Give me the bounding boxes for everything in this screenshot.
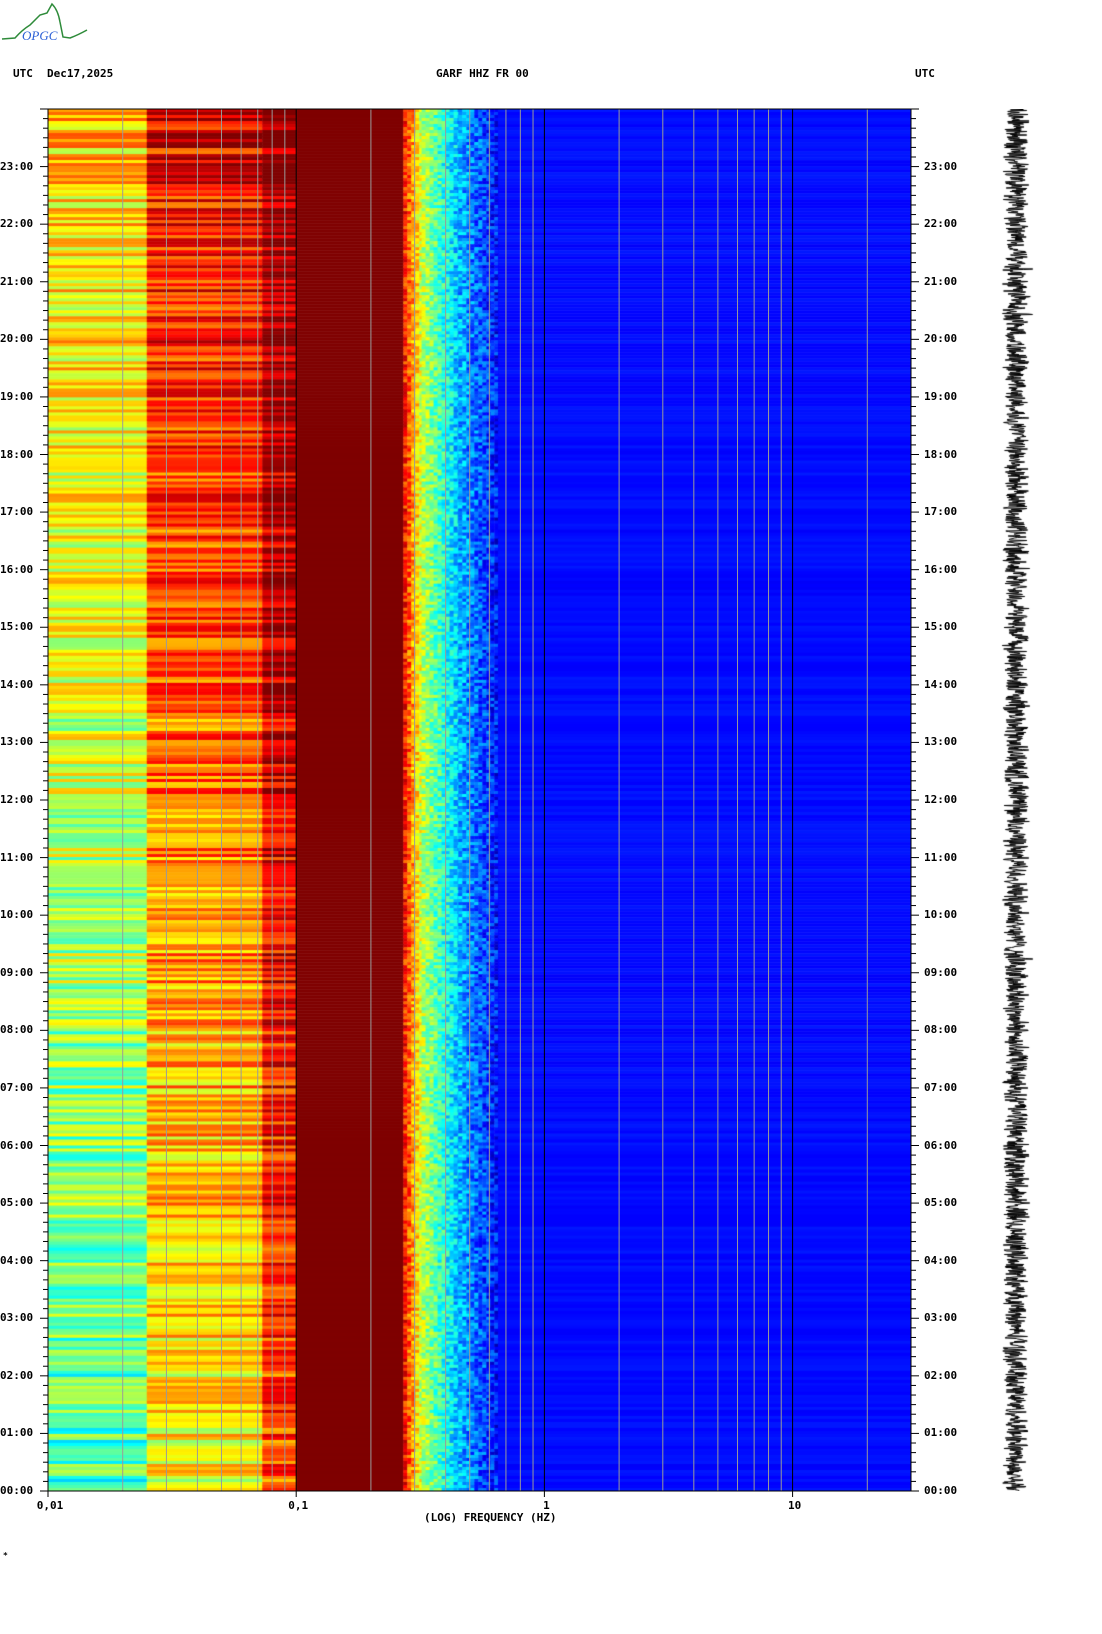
x-tick-label: 0,01: [36, 1499, 64, 1512]
y-tick-label-right: 09:00: [924, 965, 958, 979]
y-tick-label-left: 16:00: [0, 562, 34, 576]
y-tick-label-left: 06:00: [0, 1138, 34, 1152]
y-tick-label-right: 14:00: [924, 677, 958, 691]
y-tick-label-left: 02:00: [0, 1368, 34, 1382]
y-tick-label-right: 00:00: [924, 1484, 958, 1497]
y-tick-label-left: 10:00: [0, 908, 34, 922]
y-tick-label-left: 20:00: [0, 332, 34, 346]
x-tick-label: 10: [787, 1499, 802, 1512]
y-tick-label-right: 03:00: [924, 1311, 958, 1325]
y-tick-label-right: 11:00: [924, 850, 958, 864]
y-tick-label-left: 11:00: [0, 850, 34, 864]
y-tick-label-right: 16:00: [924, 562, 958, 576]
y-tick-label-left: 05:00: [0, 1196, 34, 1210]
y-tick-label-left: 13:00: [0, 735, 34, 749]
y-tick-label-left: 19:00: [0, 389, 34, 403]
y-tick-label-right: 20:00: [924, 332, 958, 346]
y-tick-label-left: 09:00: [0, 965, 34, 979]
y-tick-label-left: 17:00: [0, 505, 34, 519]
y-tick-label-right: 17:00: [924, 505, 958, 519]
y-tick-label-right: 07:00: [924, 1080, 958, 1094]
y-tick-label-left: 01:00: [0, 1426, 34, 1440]
y-tick-label-left: 08:00: [0, 1023, 34, 1037]
chart-axes: [40, 108, 919, 1497]
y-tick-label-right: 01:00: [924, 1426, 958, 1440]
y-tick-label-right: 05:00: [924, 1196, 958, 1210]
y-tick-label-left: 12:00: [0, 793, 34, 806]
y-tick-label-left: 00:00: [0, 1484, 34, 1497]
y-tick-label-left: 18:00: [0, 447, 34, 461]
y-tick-label-left: 04:00: [0, 1253, 34, 1267]
y-tick-label-right: 21:00: [924, 274, 958, 288]
y-tick-label-right: 18:00: [924, 447, 958, 461]
x-tick-label: 0,1: [288, 1499, 309, 1512]
y-tick-label-right: 19:00: [924, 389, 958, 403]
y-tick-label-right: 04:00: [924, 1253, 958, 1267]
y-tick-label-right: 10:00: [924, 908, 958, 922]
y-tick-label-right: 23:00: [924, 159, 958, 173]
y-tick-label-left: 15:00: [0, 620, 34, 634]
y-tick-label-right: 02:00: [924, 1368, 958, 1382]
y-tick-label-left: 21:00: [0, 274, 34, 288]
y-tick-label-left: 14:00: [0, 677, 34, 691]
footer-mark: *: [3, 1551, 8, 1560]
y-tick-label-right: 08:00: [924, 1023, 958, 1037]
y-tick-label-right: 13:00: [924, 735, 958, 749]
x-axis-label: (LOG) FREQUENCY (HZ): [424, 1511, 557, 1524]
y-tick-label-right: 22:00: [924, 217, 958, 231]
y-tick-label-right: 12:00: [924, 793, 958, 806]
y-tick-label-left: 07:00: [0, 1080, 34, 1094]
y-tick-label-left: 22:00: [0, 217, 34, 231]
y-tick-label-left: 23:00: [0, 159, 34, 173]
y-tick-label-left: 03:00: [0, 1311, 34, 1325]
y-tick-label-right: 06:00: [924, 1138, 958, 1152]
y-tick-label-right: 15:00: [924, 620, 958, 634]
